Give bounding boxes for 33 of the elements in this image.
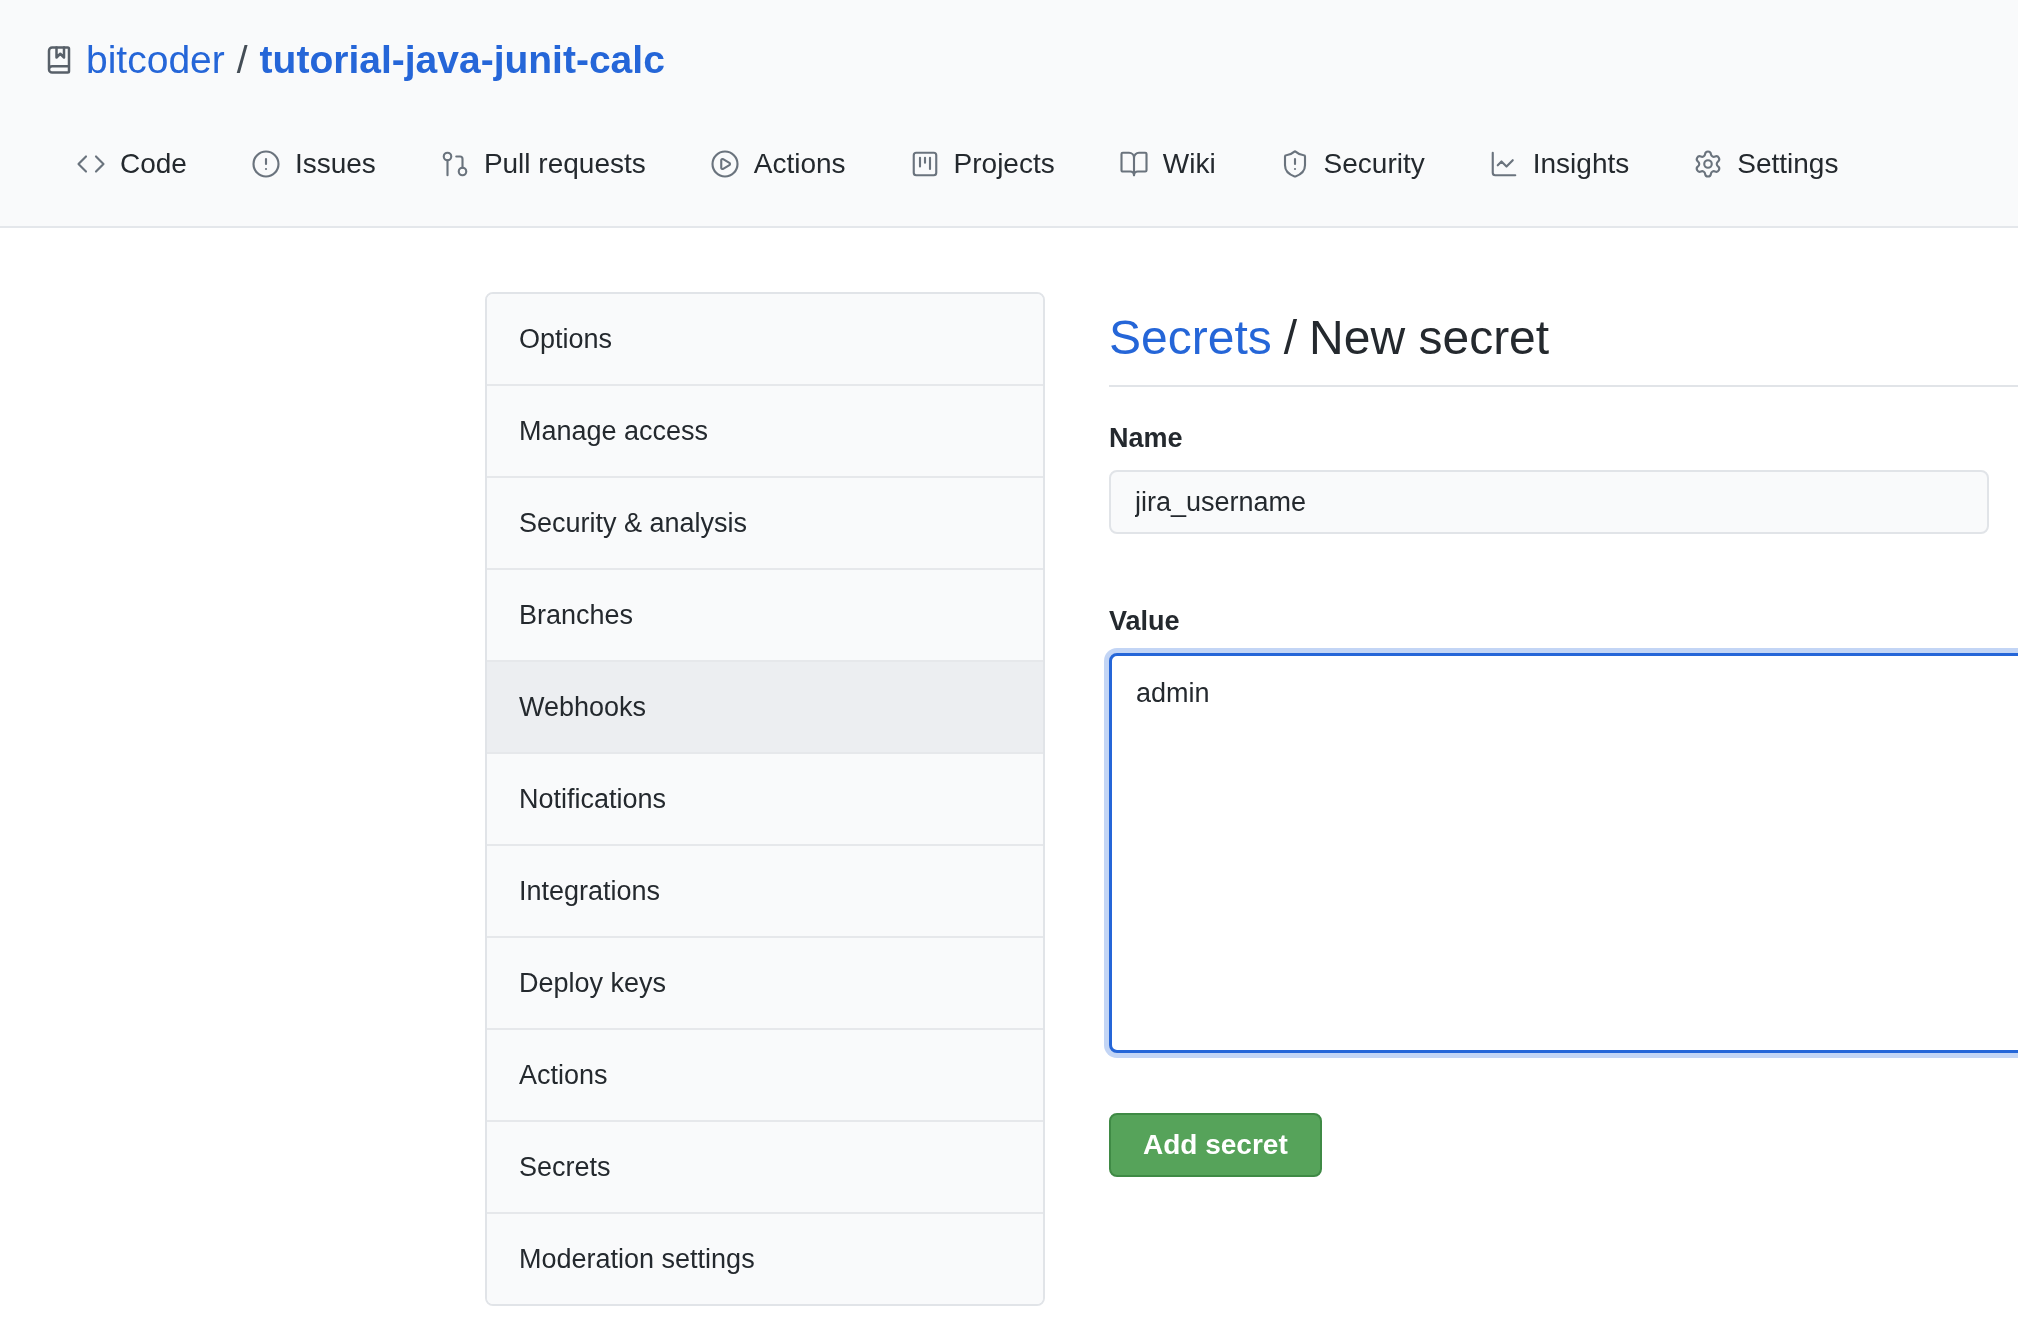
menu-item[interactable]: Secrets: [487, 1120, 1043, 1212]
menu-item[interactable]: Deploy keys: [487, 936, 1043, 1028]
nav-tab[interactable]: Wiki: [1118, 148, 1216, 202]
nav-tab[interactable]: Code: [76, 148, 187, 202]
menu-item[interactable]: Branches: [487, 568, 1043, 660]
menu-item[interactable]: Moderation settings: [487, 1212, 1043, 1304]
nav-tab[interactable]: Actions: [709, 148, 846, 202]
menu-item[interactable]: Webhooks: [487, 660, 1043, 752]
nav-tab[interactable]: Security: [1279, 148, 1425, 202]
secrets-link[interactable]: Secrets: [1109, 310, 1272, 365]
nav-tab[interactable]: Issues: [250, 148, 376, 202]
nav-tab[interactable]: Pull requests: [439, 148, 646, 202]
menu-item[interactable]: Notifications: [487, 752, 1043, 844]
menu-item[interactable]: Manage access: [487, 384, 1043, 476]
alert-circle-icon: [250, 149, 281, 179]
nav-tab[interactable]: Insights: [1488, 148, 1630, 202]
nav-tab[interactable]: Projects: [909, 148, 1055, 202]
name-input[interactable]: jira_username: [1109, 470, 1989, 534]
path-separator: /: [236, 38, 248, 82]
page-title: New secret: [1309, 310, 1550, 365]
menu-item[interactable]: Integrations: [487, 844, 1043, 936]
field-label: Value: [1109, 606, 1181, 637]
field-label: Name: [1109, 423, 1184, 454]
repo-name-link[interactable]: tutorial-java-junit-calc: [259, 38, 665, 82]
nav-tab[interactable]: Settings: [1693, 148, 1839, 202]
menu-item[interactable]: Options: [487, 294, 1043, 384]
heading-separator: /: [1283, 310, 1298, 365]
menu-item[interactable]: Security & analysis: [487, 476, 1043, 568]
book-icon: [1118, 149, 1149, 179]
menu-item[interactable]: Actions: [487, 1028, 1043, 1120]
owner-link[interactable]: bitcoder: [86, 38, 225, 82]
play-circle-icon: [709, 149, 740, 179]
value-textarea[interactable]: admin: [1109, 653, 2018, 1053]
